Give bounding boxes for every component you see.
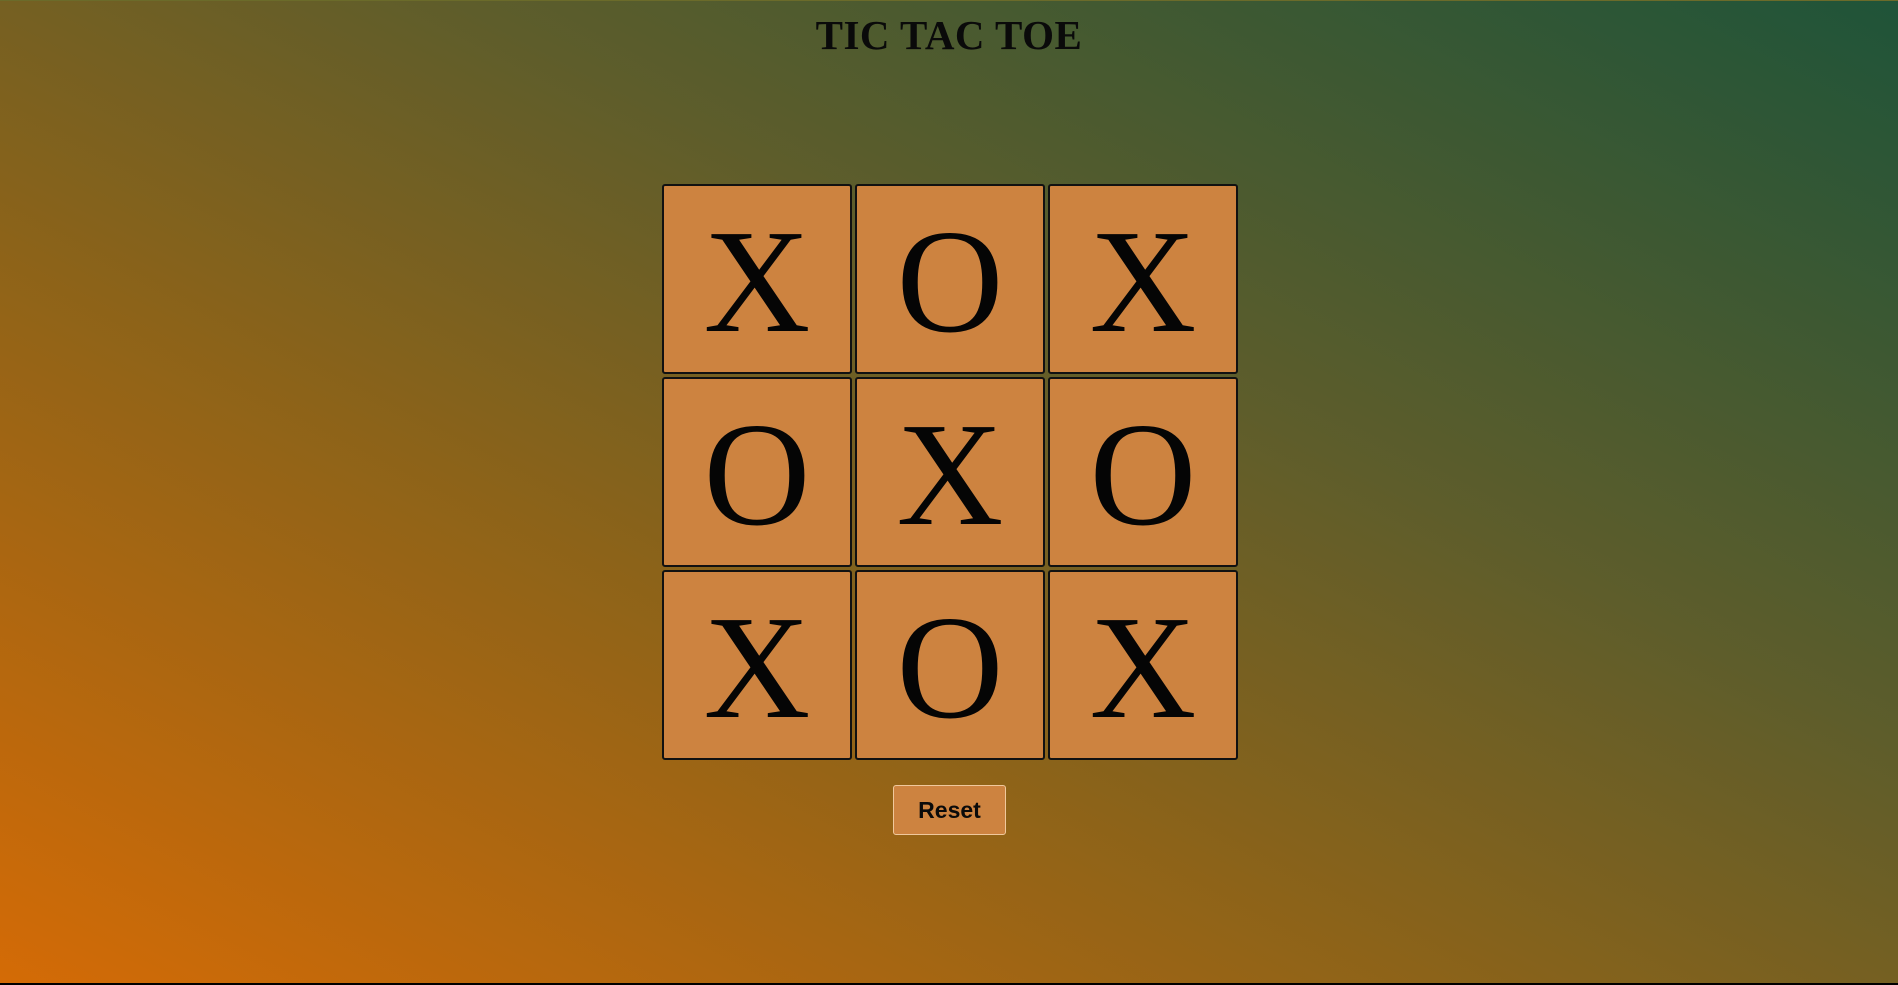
board-cell-8[interactable]: O: [855, 570, 1045, 760]
board-cell-9[interactable]: X: [1048, 570, 1238, 760]
board-cell-1[interactable]: X: [662, 184, 852, 374]
game-title: TIC TAC TOE: [815, 12, 1083, 58]
board-cell-5[interactable]: X: [855, 377, 1045, 567]
game-board: X O X O X O X O X: [662, 184, 1238, 760]
game-page: TIC TAC TOE X O X O X O X O X Reset: [0, 0, 1898, 983]
board-cell-3[interactable]: X: [1048, 184, 1238, 374]
board-cell-7[interactable]: X: [662, 570, 852, 760]
board-cell-2[interactable]: O: [855, 184, 1045, 374]
reset-button[interactable]: Reset: [893, 785, 1006, 835]
board-cell-6[interactable]: O: [1048, 377, 1238, 567]
board-cell-4[interactable]: O: [662, 377, 852, 567]
